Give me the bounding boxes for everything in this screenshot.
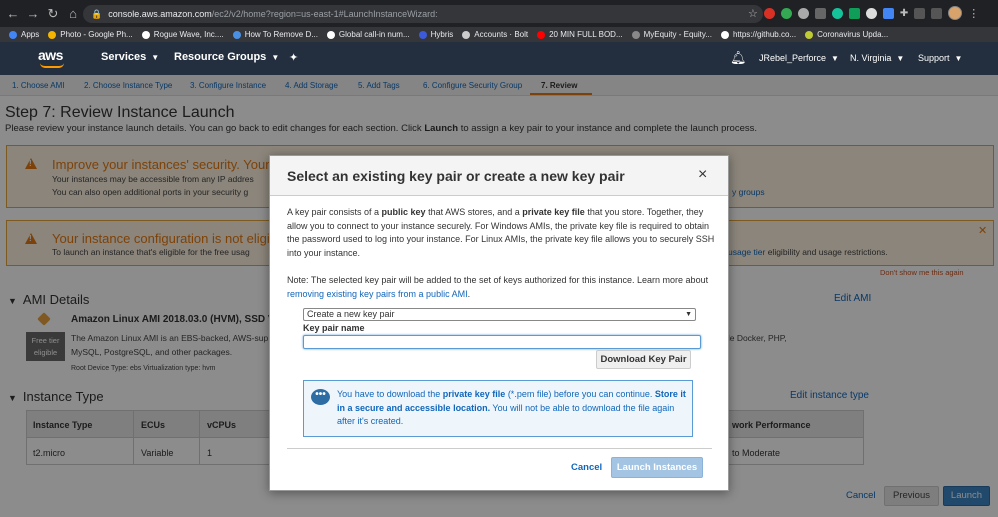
browser-toolbar: ← → ↻ ⌂ 🔒 console.aws.amazon.com/ec2/v2/… [0,0,998,27]
extension-icon-light[interactable] [865,7,877,19]
extension-icon-grey[interactable] [797,7,809,19]
url-path: /ec2/v2/home?region=us-east-1#LaunchInst… [211,9,438,19]
download-info-box: ••• You have to download the private key… [303,380,693,437]
extension-icon-green[interactable] [831,7,843,19]
bookmark-label: https://github.co... [732,30,797,39]
extension-icon-red[interactable] [763,7,775,19]
bookmark-item[interactable]: Coronavirus Upda... [805,30,888,39]
remove-key-pairs-link[interactable]: removing existing key pairs from a publi… [287,289,468,299]
cast-icon[interactable] [914,7,926,19]
extension-icon-multicolor[interactable] [780,7,792,19]
chevron-down-icon: ▼ [685,311,692,318]
aws-header: aws Services ▼ Resource Groups ▼ ✦ 🔔︎ JReb… [0,42,998,75]
dialog-title: Select an existing key pair or create a … [287,168,625,184]
bookmark-icon [48,30,57,39]
support-menu[interactable]: Support ▼ [918,53,962,63]
bookmark-label: Apps [21,30,40,39]
bookmark-item[interactable]: Hybris [418,30,454,39]
back-icon[interactable]: ← [4,5,22,23]
bookmark-icon [141,30,150,39]
key-pair-explanation: A key pair consists of a public key that… [287,207,715,258]
bookmark-icon [537,30,546,39]
bookmark-label: MyEquity - Equity... [643,30,712,39]
bookmark-label: Rogue Wave, Inc.... [153,30,224,39]
bookmark-label: How To Remove D... [244,30,318,39]
bookmark-label: Global call-in num... [338,30,410,39]
download-info-text: You have to download the private key fil… [337,389,686,426]
dialog-cancel-button[interactable]: Cancel [571,462,602,473]
avatar[interactable] [948,6,963,20]
key-pair-option-select[interactable]: Create a new key pair ▼ [303,308,696,321]
bookmark-icon [462,30,471,39]
bookmark-label: Coronavirus Upda... [817,30,889,39]
extension-icons: ☆ ✚ ⋮ [748,6,979,20]
bookmark-icon [418,30,427,39]
puzzle-icon[interactable]: ✚ [900,8,908,19]
extension-icon-w[interactable] [848,7,860,19]
media-icon[interactable] [931,7,943,19]
resource-groups-menu[interactable]: Resource Groups ▼ [174,51,279,63]
key-pair-name-input[interactable] [303,335,701,349]
bookmark-icon [326,30,335,39]
dialog-header: Select an existing key pair or create a … [270,156,728,196]
bookmark-item[interactable]: MyEquity - Equity... [631,30,712,39]
chevron-down-icon: ▼ [151,53,160,62]
chat-info-icon: ••• [311,389,330,405]
region-menu[interactable]: N. Virginia ▼ [850,53,904,63]
close-icon[interactable]: × [698,166,707,184]
bookmark-item[interactable]: Global call-in num... [326,30,410,39]
bookmark-icon [805,30,814,39]
lock-icon: 🔒 [91,8,103,19]
bookmark-icon [720,30,729,39]
chevron-down-icon: ▼ [271,53,280,62]
key-pair-note: Note: The selected key pair will be adde… [287,275,709,299]
bookmark-item[interactable]: Apps [9,30,39,39]
bookmark-label: Hybris [430,30,454,39]
bookmark-item[interactable]: https://github.co... [720,30,797,39]
url-host: console.aws.amazon.com [108,9,212,19]
star-icon[interactable]: ☆ [748,7,758,20]
bookmark-icon [631,30,640,39]
bookmark-item[interactable]: Accounts · Bolt [462,30,528,39]
pin-icon[interactable]: ✦ [289,51,298,64]
launch-instances-button[interactable]: Launch Instances [611,457,703,478]
home-icon[interactable]: ⌂ [64,5,82,23]
bookmark-label: Accounts · Bolt [474,30,529,39]
bookmark-item[interactable]: Rogue Wave, Inc.... [141,30,224,39]
address-bar[interactable]: 🔒 console.aws.amazon.com/ec2/v2/home?reg… [83,5,763,23]
bookmarks-bar: Apps Photo - Google Ph... Rogue Wave, Inc.… [0,27,998,42]
extension-icon-dark[interactable] [814,7,826,19]
services-menu[interactable]: Services ▼ [101,51,159,63]
bookmark-icon [9,30,17,39]
bell-icon[interactable]: 🔔︎ [730,50,747,66]
bookmark-icon [232,30,241,39]
key-pair-dialog: Select an existing key pair or create a … [269,155,729,491]
bookmark-item[interactable]: Photo - Google Ph... [48,30,133,39]
menu-icon[interactable]: ⋮ [968,7,979,20]
key-pair-name-label: Key pair name [303,323,365,333]
bookmark-item[interactable]: 20 MIN FULL BOD... [537,30,623,39]
chevron-down-icon: ▼ [831,54,839,63]
extension-icon-blue[interactable] [882,7,894,19]
bookmark-label: 20 MIN FULL BOD... [549,30,623,39]
aws-logo[interactable]: aws [38,47,68,69]
user-menu[interactable]: JRebel_Perforce ▼ [759,53,839,63]
download-key-pair-button[interactable]: Download Key Pair [596,350,691,369]
dialog-divider [287,448,712,449]
reload-icon[interactable]: ↻ [44,5,62,23]
bookmark-label: Photo - Google Ph... [60,30,133,39]
bookmark-item[interactable]: How To Remove D... [232,30,318,39]
forward-icon[interactable]: → [24,5,42,23]
chevron-down-icon: ▼ [954,54,963,63]
chevron-down-icon: ▼ [896,54,905,63]
aws-smile-icon [40,63,64,68]
